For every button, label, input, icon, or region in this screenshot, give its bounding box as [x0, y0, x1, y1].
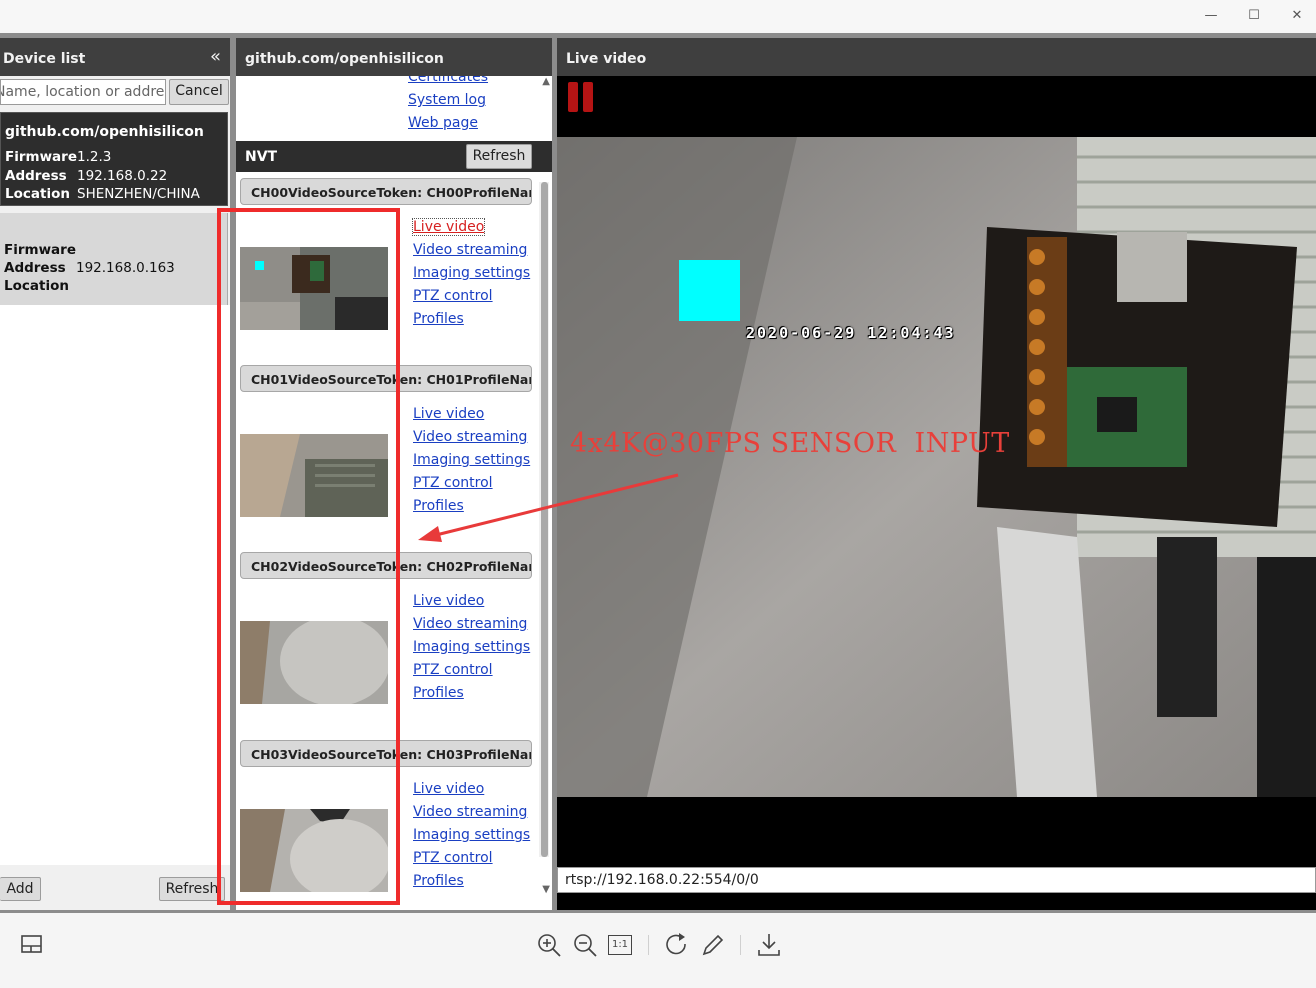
firmware-label: Firmware — [5, 149, 77, 165]
device-firmware-row: Firmware — [4, 242, 76, 258]
nvt-label: NVT — [245, 149, 278, 165]
zoom-in-icon[interactable] — [535, 931, 563, 959]
annotation-arrow — [418, 473, 679, 542]
imaging-settings-link[interactable]: Imaging settings — [413, 265, 530, 281]
profiles-link[interactable]: Profiles — [413, 873, 464, 889]
imaging-settings-link[interactable]: Imaging settings — [413, 639, 530, 655]
profiles-link[interactable]: Profiles — [413, 685, 464, 701]
maximize-button[interactable]: ☐ — [1242, 6, 1266, 26]
ptz-control-link[interactable]: PTZ control — [413, 662, 493, 678]
collapse-icon[interactable]: « — [210, 46, 221, 67]
imaging-settings-link[interactable]: Imaging settings — [413, 827, 530, 843]
certificates-link[interactable]: Certificates — [408, 76, 488, 85]
nvt-top-links: Certificates System log Web page ▲ — [236, 76, 552, 141]
live-video-link[interactable]: Live video — [411, 218, 486, 236]
stream-url-field[interactable]: rtsp://192.168.0.22:554/0/0 — [557, 867, 1316, 893]
device-address-row: Address 192.168.0.163 — [4, 260, 175, 276]
device-list-header: Device list « — [0, 38, 230, 76]
bottom-toolbar: 1:1 — [0, 913, 1316, 988]
zoom-out-icon[interactable] — [571, 931, 599, 959]
device-list-panel: Device list « Name, location or address … — [0, 38, 230, 910]
close-button[interactable]: ✕ — [1285, 6, 1309, 26]
cancel-button[interactable]: Cancel — [169, 79, 229, 105]
address-label: Address — [5, 168, 67, 184]
ptz-control-link[interactable]: PTZ control — [413, 288, 493, 304]
profile-header[interactable]: CH00VideoSourceToken: CH00ProfileName — [240, 178, 532, 205]
device-list-empty-area — [0, 305, 230, 865]
profiles-link[interactable]: Profiles — [413, 311, 464, 327]
rotate-icon[interactable] — [663, 931, 691, 959]
location-label: Location — [4, 278, 69, 294]
video-streaming-link[interactable]: Video streaming — [413, 616, 527, 632]
nvt-panel-header: github.com/openhisilicon — [236, 38, 552, 76]
scroll-down-icon[interactable]: ▼ — [542, 884, 550, 895]
nvt-refresh-button[interactable]: Refresh — [466, 144, 532, 169]
device-firmware-row: Firmware1.2.3 — [5, 149, 111, 165]
device-list-title: Device list — [3, 51, 86, 67]
actual-size-icon[interactable]: 1:1 — [608, 935, 632, 955]
refresh-devices-button[interactable]: Refresh — [159, 877, 225, 901]
toolbar-divider — [740, 935, 741, 955]
location-value: SHENZHEN/CHINA — [77, 186, 200, 202]
add-device-button[interactable]: Add — [0, 877, 41, 901]
nvt-bar: NVT Refresh — [236, 141, 552, 172]
device-item-163[interactable]: Firmware Address 192.168.0.163 Location — [0, 213, 228, 305]
ptz-control-link[interactable]: PTZ control — [413, 850, 493, 866]
imaging-settings-link[interactable]: Imaging settings — [413, 452, 530, 468]
window-titlebar: — ☐ ✕ — [0, 0, 1316, 33]
video-streaming-link[interactable]: Video streaming — [413, 242, 527, 258]
firmware-value: 1.2.3 — [77, 149, 112, 165]
device-name: github.com/openhisilicon — [5, 124, 204, 140]
download-icon[interactable] — [755, 931, 783, 959]
address-value: 192.168.0.163 — [76, 260, 175, 276]
minimize-button[interactable]: — — [1199, 6, 1223, 26]
toolbar-divider — [648, 935, 649, 955]
device-location-row: Location — [4, 278, 76, 294]
firmware-label: Firmware — [4, 242, 76, 258]
video-streaming-link[interactable]: Video streaming — [413, 804, 527, 820]
live-video-link[interactable]: Live video — [413, 593, 484, 609]
live-video-header: Live video — [557, 38, 1316, 76]
video-streaming-link[interactable]: Video streaming — [413, 429, 527, 445]
address-value: 192.168.0.22 — [77, 168, 168, 184]
device-list-footer: Add Refresh — [0, 868, 230, 910]
device-item-openhisilicon[interactable]: github.com/openhisilicon Firmware1.2.3 A… — [0, 112, 228, 206]
edit-icon[interactable] — [699, 931, 727, 959]
layout-icon[interactable] — [18, 931, 46, 959]
location-label: Location — [5, 186, 70, 202]
device-search-input[interactable]: Name, location or address — [0, 79, 166, 105]
video-image — [557, 137, 1316, 797]
pause-icon[interactable] — [568, 82, 594, 112]
annotation-highlight-box — [217, 208, 400, 905]
web-page-link[interactable]: Web page — [408, 115, 478, 131]
video-frame[interactable] — [557, 137, 1316, 797]
system-log-link[interactable]: System log — [408, 92, 486, 108]
annotation-text: 4x4K@30FPS SENSOR INPUT — [570, 428, 1010, 459]
device-location-row: Location SHENZHEN/CHINA — [5, 186, 200, 202]
video-timestamp: 2020-06-29 12:04:43 — [746, 324, 956, 342]
scroll-up-icon[interactable]: ▲ — [542, 76, 550, 87]
live-video-link[interactable]: Live video — [413, 406, 484, 422]
address-label: Address — [4, 260, 66, 276]
live-video-link[interactable]: Live video — [413, 781, 484, 797]
device-address-row: Address 192.168.0.22 — [5, 168, 167, 184]
